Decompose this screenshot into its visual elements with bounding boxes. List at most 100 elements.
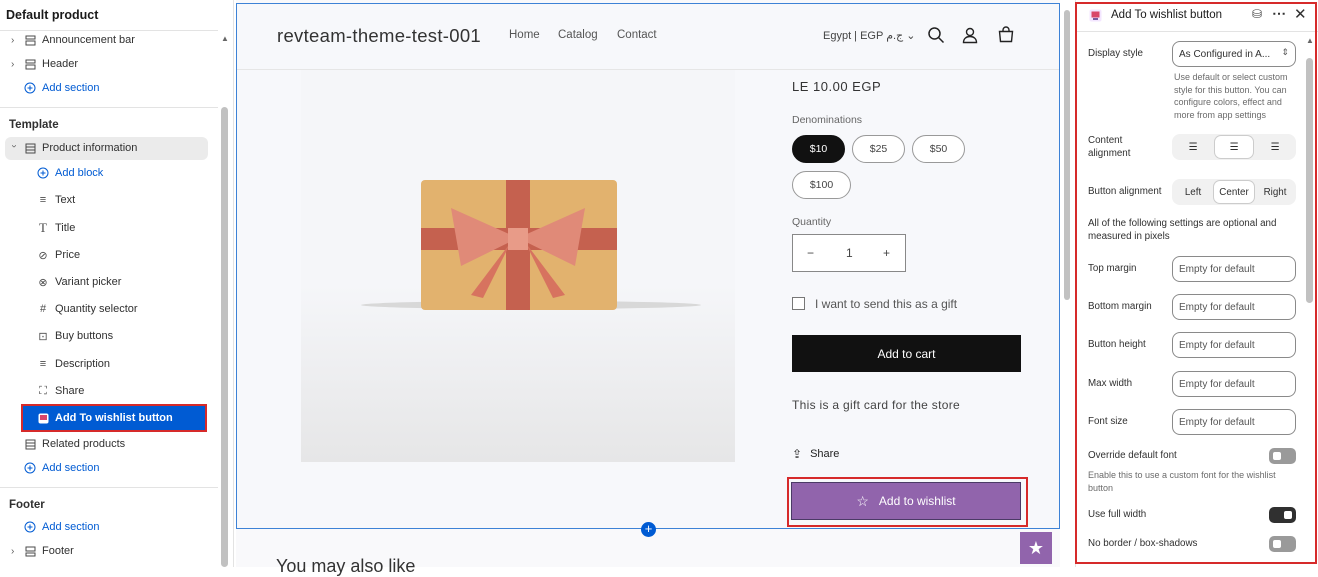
section-icon <box>24 34 36 46</box>
nav-catalog[interactable]: Catalog <box>558 29 598 41</box>
store-header: revteam-theme-test-001 Home Catalog Cont… <box>237 4 1059 70</box>
block-label: Quantity selector <box>55 303 138 315</box>
denomination-100[interactable]: $100 <box>792 171 851 199</box>
cart-icon[interactable] <box>997 26 1015 44</box>
sidebar-item-label: Product information <box>42 142 138 154</box>
section-icon <box>24 58 36 70</box>
editor-sidebar: Default product › Announcement bar › Hea… <box>0 0 234 567</box>
share-button[interactable]: ⇪ Share <box>792 447 839 461</box>
block-text[interactable]: ≡ Text <box>37 190 75 210</box>
sidebar-item-announcement-bar[interactable]: Announcement bar <box>24 30 135 50</box>
price-tag-icon: ⊘ <box>38 249 48 262</box>
section-icon <box>24 142 36 154</box>
section-icon <box>24 438 36 450</box>
quantity-label: Quantity <box>792 216 832 228</box>
title-icon: T <box>39 220 47 235</box>
add-to-cart-button[interactable]: Add to cart <box>792 335 1021 372</box>
template-heading: Template <box>9 119 59 131</box>
sidebar-scrollbar[interactable]: ▲ <box>219 32 230 567</box>
quantity-stepper: − 1 + <box>792 234 906 272</box>
block-add-to-wishlist[interactable]: Add To wishlist button <box>37 408 173 428</box>
block-label: Description <box>55 358 111 370</box>
product-section-preview[interactable]: revteam-theme-test-001 Home Catalog Cont… <box>236 3 1060 537</box>
nav-contact[interactable]: Contact <box>617 29 657 41</box>
sidebar-item-label: Header <box>42 58 79 70</box>
page-title: Default product <box>6 8 99 22</box>
plus-circle-icon <box>24 462 36 474</box>
add-section-button[interactable]: Add section <box>24 78 99 98</box>
block-label: Share <box>55 385 85 397</box>
block-description[interactable]: ≡ Description <box>37 354 110 374</box>
divider <box>0 487 218 488</box>
hash-icon: # <box>39 303 47 315</box>
nav-home[interactable]: Home <box>509 29 540 41</box>
account-icon[interactable] <box>961 26 979 44</box>
floating-wishlist-star-icon[interactable]: ★ <box>1020 532 1052 564</box>
text-icon: ≡ <box>39 358 47 370</box>
block-label: Title <box>55 222 76 234</box>
denominations-label: Denominations <box>792 114 863 126</box>
block-price[interactable]: ⊘ Price <box>37 245 80 265</box>
add-section-label: Add section <box>42 462 100 474</box>
sidebar-item-label: Announcement bar <box>42 34 135 46</box>
share-icon: ⛶ <box>39 384 47 397</box>
sidebar-item-label: Footer <box>42 545 74 557</box>
block-share[interactable]: ⛶ Share <box>37 381 84 401</box>
share-icon: ⇪ <box>792 447 803 461</box>
highlight-box <box>1075 2 1317 564</box>
text-icon: ≡ <box>39 194 47 206</box>
add-to-wishlist-button[interactable]: ☆ Add to wishlist <box>791 482 1021 520</box>
sidebar-item-product-information[interactable]: Product information <box>24 138 137 158</box>
sidebar-item-header[interactable]: Header <box>24 54 78 74</box>
block-buy-buttons[interactable]: ⊡ Buy buttons <box>37 326 113 346</box>
footer-heading: Footer <box>9 499 45 511</box>
search-icon[interactable] <box>927 26 945 44</box>
block-label: Buy buttons <box>55 330 114 342</box>
store-name[interactable]: revteam-theme-test-001 <box>277 25 481 47</box>
block-label: Variant picker <box>55 276 122 288</box>
scroll-up-icon[interactable]: ▲ <box>221 34 229 43</box>
add-block-button[interactable]: Add block <box>37 163 103 183</box>
share-label: Share <box>810 448 840 460</box>
sidebar-item-related-products[interactable]: Related products <box>24 434 125 454</box>
denomination-10[interactable]: $10 <box>792 135 845 163</box>
section-icon <box>24 545 36 557</box>
chevron-down-icon[interactable]: › <box>9 145 20 153</box>
currency-selector[interactable]: Egypt | EGP ج.م ⌄ <box>823 29 915 42</box>
gift-checkbox-label: I want to send this as a gift <box>815 297 958 311</box>
add-section-button[interactable]: Add section <box>24 517 99 537</box>
chevron-right-icon[interactable]: › <box>11 35 19 46</box>
gift-box-image <box>361 180 701 310</box>
chevron-right-icon[interactable]: › <box>11 546 19 557</box>
chevron-down-icon: ⌄ <box>906 30 916 42</box>
preview-scrollbar[interactable] <box>1062 4 1072 564</box>
cursor-icon: ⊡ <box>38 330 48 343</box>
star-outline-icon: ☆ <box>856 492 869 509</box>
app-block-icon <box>37 412 49 424</box>
product-price: LE 10.00 EGP <box>792 79 882 94</box>
quantity-input[interactable]: 1 <box>846 246 853 260</box>
add-section-button[interactable]: Add section <box>24 458 99 478</box>
scrollbar-thumb[interactable] <box>1064 10 1070 300</box>
gift-checkbox[interactable] <box>792 297 805 310</box>
quantity-decrease-button[interactable]: − <box>807 246 814 260</box>
block-variant-picker[interactable]: ⊗ Variant picker <box>37 272 121 292</box>
block-label: Text <box>55 194 76 206</box>
chevron-right-icon[interactable]: › <box>11 59 19 70</box>
plus-circle-icon <box>37 167 49 179</box>
add-section-plus-icon[interactable]: + <box>641 522 656 537</box>
quantity-increase-button[interactable]: + <box>883 246 890 260</box>
block-label: Add To wishlist button <box>55 412 173 424</box>
block-quantity-selector[interactable]: # Quantity selector <box>37 299 138 319</box>
divider <box>0 107 218 108</box>
add-section-label: Add section <box>42 521 100 533</box>
block-title[interactable]: T Title <box>37 218 75 238</box>
denomination-25[interactable]: $25 <box>852 135 905 163</box>
sidebar-item-footer[interactable]: Footer <box>24 541 74 561</box>
scrollbar-thumb[interactable] <box>221 107 228 567</box>
currency-label: Egypt | EGP ج.م <box>823 30 904 42</box>
wishlist-label: Add to wishlist <box>878 494 956 508</box>
product-image[interactable] <box>301 70 735 462</box>
add-block-label: Add block <box>55 167 104 179</box>
denomination-50[interactable]: $50 <box>912 135 965 163</box>
